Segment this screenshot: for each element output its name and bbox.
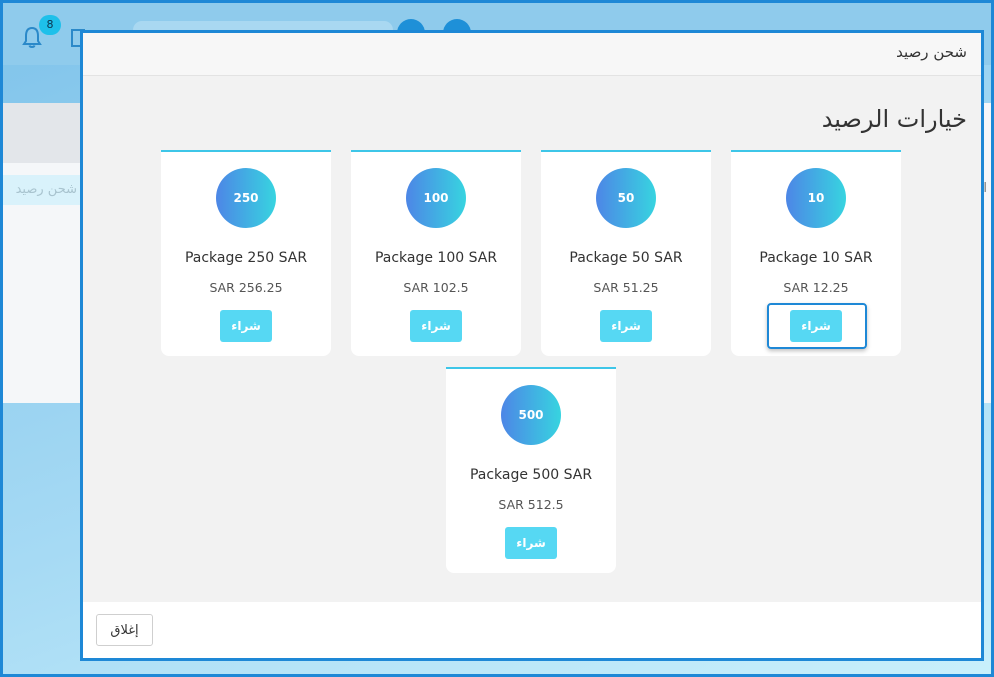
package-price: SAR 256.25	[209, 280, 283, 295]
app-window: 8 شحن رصيد ا شحن رصيد خيارات الرصيد 10 P…	[0, 0, 994, 677]
package-name: Package 250 SAR	[184, 250, 308, 266]
package-amount-badge: 100	[406, 168, 466, 228]
background-tab-recharge: شحن رصيد	[3, 175, 81, 205]
background-panel-header	[3, 103, 81, 163]
package-card: 250 Package 250 SAR SAR 256.25 شراء	[161, 150, 331, 356]
focus-highlight	[767, 303, 867, 349]
modal-title: شحن رصيد	[896, 43, 967, 61]
modal-footer: إغلاق	[83, 602, 981, 658]
package-card: 50 Package 50 SAR SAR 51.25 شراء	[541, 150, 711, 356]
package-card: 100 Package 100 SAR SAR 102.5 شراء	[351, 150, 521, 356]
package-amount-badge: 50	[596, 168, 656, 228]
package-price: SAR 12.25	[783, 280, 849, 295]
close-button[interactable]: إغلاق	[96, 614, 153, 646]
package-amount-badge: 500	[501, 385, 561, 445]
buy-button[interactable]: شراء	[505, 527, 557, 559]
package-card: 500 Package 500 SAR SAR 512.5 شراء	[446, 367, 616, 573]
package-price: SAR 512.5	[498, 497, 564, 512]
package-amount-badge: 10	[786, 168, 846, 228]
section-title: خيارات الرصيد	[821, 105, 967, 133]
package-price: SAR 102.5	[403, 280, 469, 295]
buy-button[interactable]: شراء	[220, 310, 272, 342]
package-name: Package 10 SAR	[759, 250, 873, 266]
notification-badge: 8	[39, 15, 61, 35]
package-price: SAR 51.25	[593, 280, 659, 295]
package-name: Package 500 SAR	[469, 467, 593, 483]
package-name: Package 50 SAR	[569, 250, 683, 266]
package-name: Package 100 SAR	[374, 250, 498, 266]
buy-button[interactable]: شراء	[410, 310, 462, 342]
modal-header: شحن رصيد	[83, 33, 981, 76]
package-amount-badge: 250	[216, 168, 276, 228]
buy-button[interactable]: شراء	[600, 310, 652, 342]
recharge-modal: شحن رصيد خيارات الرصيد 10 Package 10 SAR…	[80, 30, 984, 661]
